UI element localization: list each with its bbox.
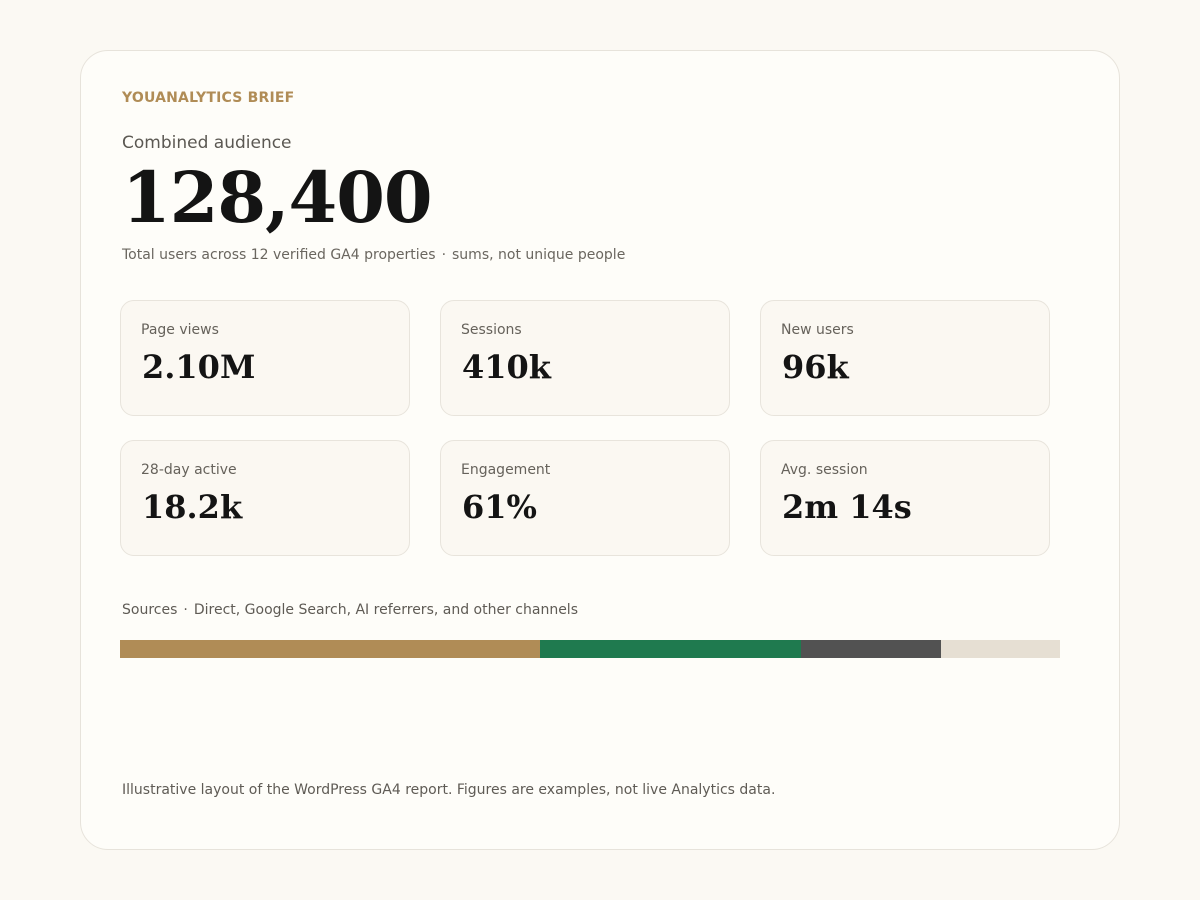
- metric-label: Avg. session: [781, 462, 868, 478]
- metric-value: 61%: [462, 488, 537, 526]
- metric-card-page-views: Page views 2.10M: [120, 300, 410, 416]
- source-segment-2: [540, 640, 801, 658]
- metric-card-avg-session: Avg. session 2m 14s: [760, 440, 1050, 556]
- metric-value: 2.10M: [142, 348, 256, 386]
- sources-separator: ·: [183, 602, 188, 618]
- metric-label: Page views: [141, 322, 219, 338]
- metric-label: 28-day active: [141, 462, 237, 478]
- metric-card-sessions: Sessions 410k: [440, 300, 730, 416]
- metric-label: Engagement: [461, 462, 551, 478]
- source-segment-4: [940, 640, 1060, 658]
- sources-description: Direct, Google Search, AI referrers, and…: [193, 602, 578, 618]
- metric-card-new-users: New users 96k: [760, 300, 1050, 416]
- metric-label: New users: [781, 322, 854, 338]
- metric-value: 410k: [462, 348, 551, 386]
- report-card: YOUANALYTICS BRIEF Combined audience 128…: [80, 50, 1120, 850]
- audience-total: 128,400: [122, 156, 433, 239]
- footnote: Illustrative layout of the WordPress GA4…: [122, 782, 776, 798]
- caption-separator: ·: [441, 247, 447, 263]
- metric-value: 96k: [782, 348, 849, 386]
- metric-card-engagement: Engagement 61%: [440, 440, 730, 556]
- brand-label: YOUANALYTICS BRIEF: [122, 90, 295, 106]
- sources-heading: Sources · Direct, Google Search, AI referr…: [122, 602, 578, 618]
- sources-stacked-bar: [120, 640, 1060, 658]
- sources-label: Sources: [122, 602, 178, 618]
- metric-label: Sessions: [461, 322, 522, 338]
- audience-caption-main: Total users across 12 verified GA4 prope…: [122, 247, 436, 263]
- source-segment-1: [120, 640, 541, 658]
- audience-subtitle: Combined audience: [122, 133, 292, 153]
- audience-caption: Total users across 12 verified GA4 prope…: [122, 247, 625, 263]
- audience-caption-note: sums, not unique people: [452, 247, 626, 263]
- metric-value: 18.2k: [142, 488, 243, 526]
- metric-value: 2m 14s: [782, 488, 912, 526]
- source-segment-3: [800, 640, 941, 658]
- metric-card-28-day-active: 28-day active 18.2k: [120, 440, 410, 556]
